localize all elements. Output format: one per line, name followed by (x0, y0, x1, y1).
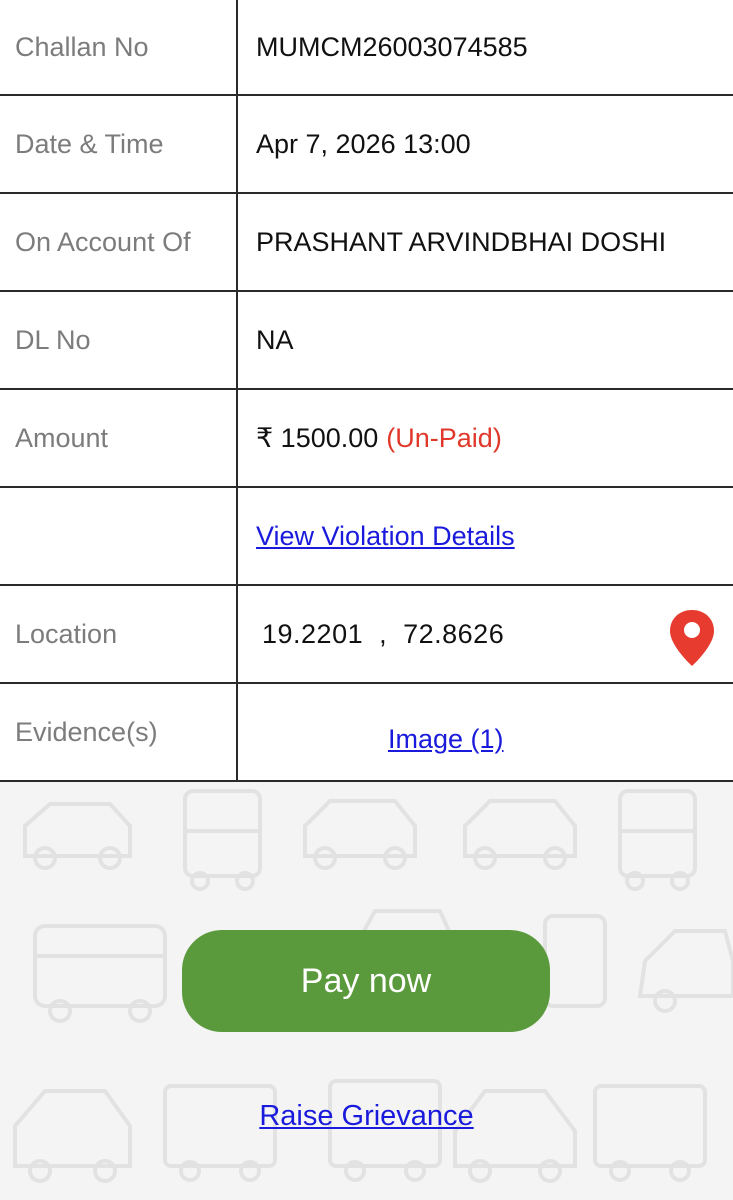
payment-status: (Un-Paid) (386, 422, 502, 453)
empty-label (0, 488, 238, 584)
dl-no-value: NA (256, 324, 294, 355)
challan-details-table: Challan No MUMCM26003074585 Date & Time … (0, 0, 733, 782)
row-dl-no: DL No NA (0, 292, 733, 390)
bus-icon (33, 924, 167, 1023)
challan-no-value: MUMCM26003074585 (256, 31, 528, 62)
car-icon (303, 799, 417, 870)
car-icon (463, 799, 577, 870)
row-violation-details: View Violation Details (0, 488, 733, 586)
car-icon (23, 802, 132, 870)
truck-icon (618, 789, 697, 891)
row-on-account-of: On Account Of PRASHANT ARVINDBHAI DOSHI (0, 194, 733, 292)
amount-label: Amount (0, 390, 238, 486)
on-account-of-label: On Account Of (0, 194, 238, 290)
location-coordinates: 19.2201 , 72.8626 (262, 618, 505, 649)
row-location: Location 19.2201 , 72.8626 (0, 586, 733, 684)
evidence-cell: Image (1) (238, 684, 733, 780)
date-time-value: Apr 7, 2026 13:00 (256, 128, 471, 159)
car-icon (637, 929, 733, 1013)
row-date-time: Date & Time Apr 7, 2026 13:00 (0, 96, 733, 194)
view-violation-details-link[interactable]: View Violation Details (256, 521, 515, 552)
map-pin-icon[interactable] (667, 608, 717, 668)
raise-grievance-link[interactable]: Raise Grievance (259, 1100, 473, 1132)
truck-icon (543, 914, 607, 1008)
location-label: Location (0, 586, 238, 682)
truck-icon (183, 789, 262, 891)
row-evidence: Evidence(s) Image (1) (0, 684, 733, 782)
evidence-image-link[interactable]: Image (1) (388, 724, 504, 755)
dl-no-label: DL No (0, 292, 238, 388)
pay-now-button[interactable]: Pay now (182, 930, 550, 1032)
challan-no-label: Challan No (0, 0, 238, 94)
evidence-label: Evidence(s) (0, 684, 238, 780)
on-account-of-value: PRASHANT ARVINDBHAI DOSHI (256, 226, 667, 257)
row-challan-no: Challan No MUMCM26003074585 (0, 0, 733, 96)
violation-cell: View Violation Details (238, 488, 733, 584)
amount-cell: ₹ 1500.00 (Un-Paid) (238, 390, 733, 486)
amount-value: ₹ 1500.00 (256, 422, 379, 453)
location-cell: 19.2201 , 72.8626 (238, 586, 733, 682)
date-time-label: Date & Time (0, 96, 238, 192)
row-amount: Amount ₹ 1500.00 (Un-Paid) (0, 390, 733, 488)
grievance-container: Raise Grievance (0, 1100, 733, 1133)
